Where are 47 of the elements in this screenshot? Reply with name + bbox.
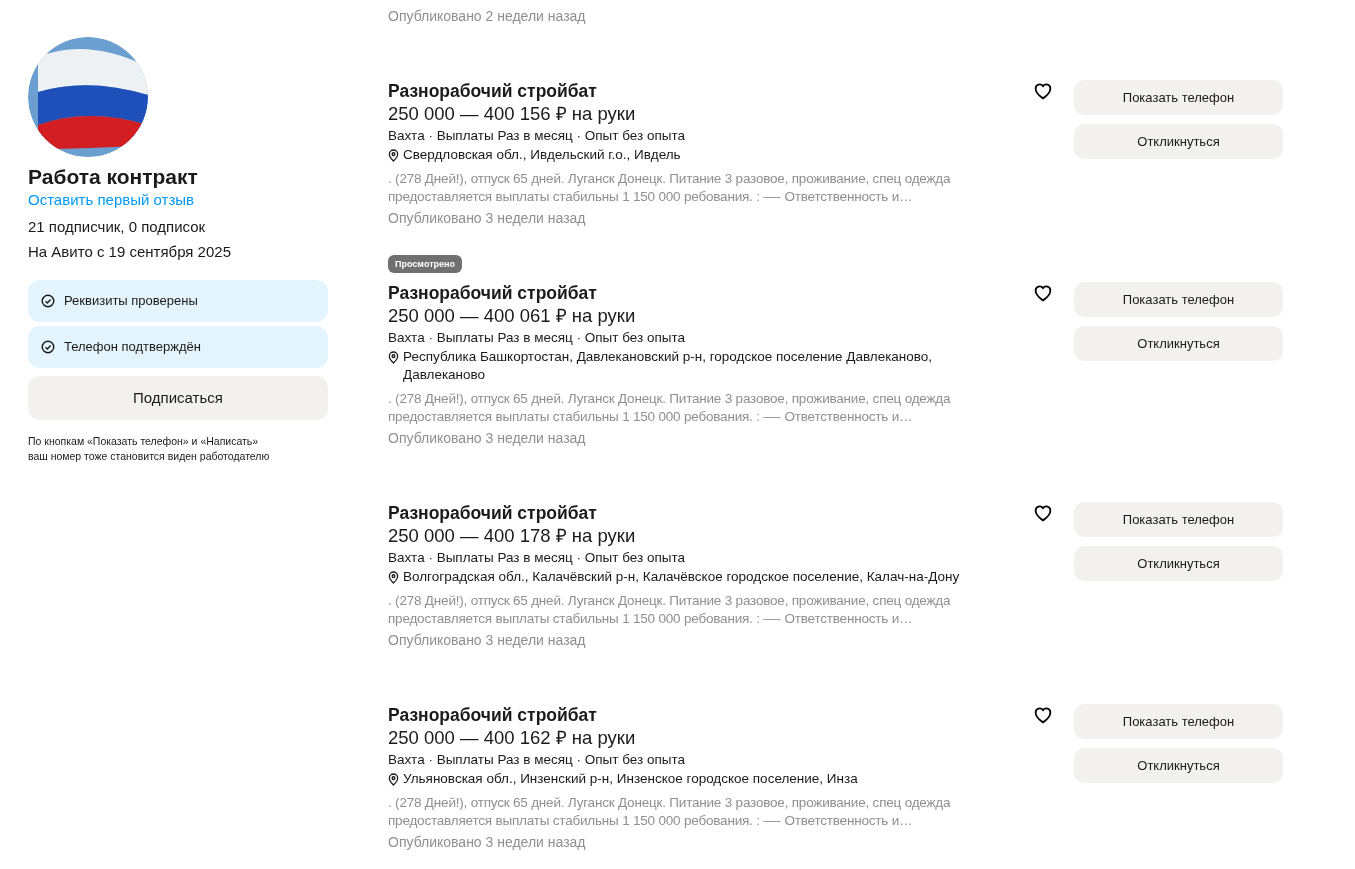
verification-text: Телефон подтверждён: [64, 338, 201, 357]
location-pin-icon: [388, 351, 399, 364]
respond-button[interactable]: Откликнуться: [1074, 326, 1283, 361]
salary-text: 250 000 — 400 061 ₽ на руки: [388, 304, 637, 328]
listing-title[interactable]: Разнорабочий стройбат: [388, 282, 597, 304]
verification-text: Реквизиты проверены: [64, 292, 198, 311]
respond-button[interactable]: Откликнуться: [1074, 546, 1283, 581]
viewed-badge: Просмотрено: [388, 255, 462, 273]
seller-name: Работа контракт: [28, 164, 199, 190]
location-text: Свердловская обл., Ивдельский г.о., Ивдель: [403, 146, 681, 164]
member-since-text: На Авито с 19 сентября 2025: [28, 242, 232, 262]
check-circle-icon: [41, 294, 55, 308]
followers-text: 21 подписчик, 0 подписок: [28, 217, 207, 237]
privacy-note: По кнопкам «Показать телефон» и «Написать» ваш номер тоже становится виден работодателю: [28, 434, 271, 464]
published-text: Опубликовано 3 недели назад: [388, 631, 587, 650]
listing-title[interactable]: Разнорабочий стройбат: [388, 704, 597, 726]
location-text: Ульяновская обл., Инзенский р-н, Инзенское городское поселение, Инза: [403, 770, 858, 788]
show-phone-button[interactable]: Показать телефон: [1074, 80, 1283, 115]
show-phone-button[interactable]: Показать телефон: [1074, 282, 1283, 317]
description-text: . (278 Дней!), отпуск 65 дней. Луганск Донецк. Питание 3 разовое, проживание, спец одежда предоставляется выплаты стабильны 1 150 000 ребования. : —- Ответственность и…: [388, 794, 952, 830]
location-pin-icon: [388, 773, 399, 786]
show-phone-button[interactable]: Показать телефон: [1074, 502, 1283, 537]
job-meta-text: Вахта · Выплаты Раз в месяц · Опыт без опыта: [388, 329, 686, 347]
salary-text: 250 000 — 400 178 ₽ на руки: [388, 524, 637, 548]
respond-button[interactable]: Откликнуться: [1074, 748, 1283, 783]
salary-text: 250 000 — 400 162 ₽ на руки: [388, 726, 637, 750]
job-meta-text: Вахта · Выплаты Раз в месяц · Опыт без опыта: [388, 751, 686, 769]
location-pin-icon: [388, 571, 399, 584]
job-meta-text: Вахта · Выплаты Раз в месяц · Опыт без опыта: [388, 549, 686, 567]
location-pin-icon: [388, 149, 399, 162]
job-meta-text: Вахта · Выплаты Раз в месяц · Опыт без опыта: [388, 127, 686, 145]
check-circle-icon: [41, 340, 55, 354]
published-text: Опубликовано 2 недели назад: [388, 7, 587, 26]
show-phone-button[interactable]: Показать телефон: [1074, 704, 1283, 739]
published-text: Опубликовано 3 недели назад: [388, 429, 587, 448]
respond-button[interactable]: Откликнуться: [1074, 124, 1283, 159]
description-text: . (278 Дней!), отпуск 65 дней. Луганск Донецк. Питание 3 разовое, проживание, спец одежда предоставляется выплаты стабильны 1 150 000 ребования. : —- Ответственность и…: [388, 390, 952, 426]
published-text: Опубликовано 3 недели назад: [388, 209, 587, 228]
listing-title[interactable]: Разнорабочий стройбат: [388, 502, 597, 524]
listing-title[interactable]: Разнорабочий стройбат: [388, 80, 597, 102]
salary-text: 250 000 — 400 156 ₽ на руки: [388, 102, 637, 126]
subscribe-button[interactable]: Подписаться: [28, 376, 328, 420]
description-text: . (278 Дней!), отпуск 65 дней. Луганск Донецк. Питание 3 разовое, проживание, спец одежда предоставляется выплаты стабильны 1 150 000 ребования. : —- Ответственность и…: [388, 170, 952, 206]
description-text: . (278 Дней!), отпуск 65 дней. Луганск Донецк. Питание 3 разовое, проживание, спец одежда предоставляется выплаты стабильны 1 150 000 ребования. : —- Ответственность и…: [388, 592, 952, 628]
location-text: Республика Башкортостан, Давлекановский р-н, городское поселение Давлеканово, Давлеканово: [403, 348, 933, 384]
published-text: Опубликовано 3 недели назад: [388, 833, 587, 852]
location-text: Волгоградская обл., Калачёвский р-н, Калачёвское городское поселение, Калач-на-Дону: [403, 568, 960, 586]
